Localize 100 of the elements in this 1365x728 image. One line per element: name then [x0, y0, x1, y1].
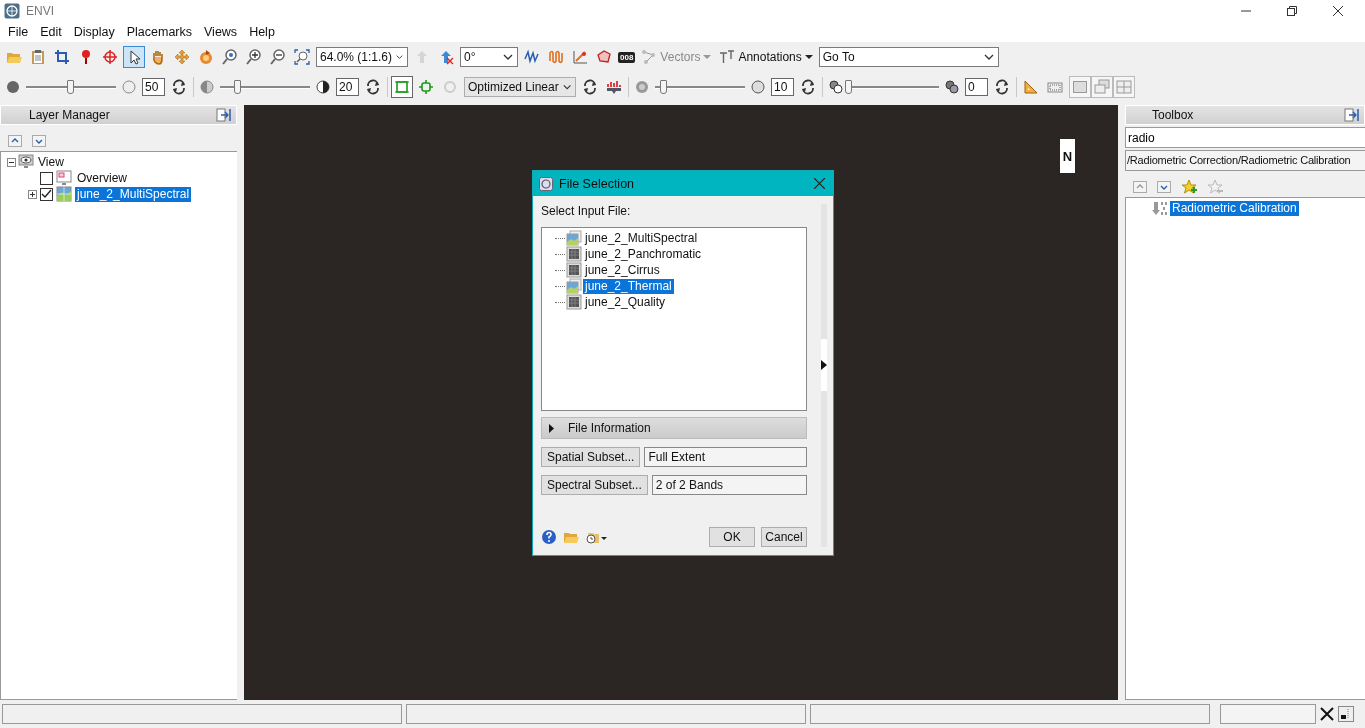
contrast-low-icon: [198, 78, 216, 96]
collapse-icon[interactable]: [7, 157, 16, 167]
app-logo-icon: [4, 3, 20, 19]
spatial-subset-value: Full Extent: [644, 447, 807, 467]
window-title: ENVI: [26, 4, 54, 18]
scrollbar[interactable]: [821, 204, 827, 547]
value-field[interactable]: 20: [336, 78, 359, 96]
spectral-subset-value: 2 of 2 Bands: [651, 475, 807, 495]
panel-title: Toolbox: [1152, 108, 1194, 122]
tree-item[interactable]: Overview: [75, 170, 129, 186]
zoom-fixed-icon[interactable]: [220, 47, 240, 67]
slider-thumb[interactable]: [660, 80, 667, 94]
restore-icon[interactable]: [1287, 6, 1297, 16]
light-circle-icon: [120, 78, 138, 96]
zoom-in-icon[interactable]: [244, 47, 264, 67]
move-up-icon[interactable]: [1133, 181, 1147, 193]
tool-item[interactable]: Radiometric Calibration: [1170, 200, 1299, 216]
overlap-circles-icon: [943, 78, 961, 96]
eye-monitor-icon: [18, 154, 34, 170]
binary-tool-icon: [1152, 200, 1168, 216]
expand-arrow-icon[interactable]: [821, 360, 827, 370]
crosshair-icon[interactable]: [100, 47, 120, 67]
close-icon[interactable]: [814, 178, 825, 189]
grayscale-file-icon: [566, 294, 582, 310]
menu-item[interactable]: Help: [243, 25, 281, 39]
raster-layer-icon: [56, 186, 72, 202]
dataset-item[interactable]: june_2_Thermal: [583, 278, 674, 294]
toolbox-search-field[interactable]: radio: [1125, 127, 1365, 148]
clear-icon[interactable]: [1320, 707, 1334, 721]
caret-icon: [562, 84, 571, 90]
menu-item[interactable]: Edit: [34, 25, 68, 39]
spectral-subset-button[interactable]: Spectral Subset...: [541, 475, 648, 495]
ok-button[interactable]: OK: [709, 527, 755, 547]
dataset-item[interactable]: june_2_Panchromatic: [583, 246, 704, 262]
grayscale-file-icon: [566, 246, 582, 262]
rotation-dropdown[interactable]: 0°: [460, 47, 518, 67]
multiband-file-icon: [566, 230, 582, 246]
menu-item[interactable]: File: [2, 25, 35, 39]
contrast-high-icon: [314, 78, 332, 96]
slider-thumb[interactable]: [234, 80, 241, 94]
toolbox-path-field: /Radiometric Correction/Radiometric Calibration: [1125, 150, 1365, 171]
stretch-dropdown[interactable]: Optimized Linear: [464, 77, 576, 97]
move-down-icon[interactable]: [32, 135, 46, 147]
dark-circle-icon: [4, 78, 22, 96]
blur-circle-icon: [633, 78, 651, 96]
zoom-dropdown[interactable]: 64.0% (1:1.6): [316, 47, 408, 67]
go-to-dropdown[interactable]: Go To: [818, 47, 999, 67]
dataset-item[interactable]: june_2_Quality: [583, 294, 668, 310]
cancel-button[interactable]: Cancel: [761, 527, 807, 547]
move-up-icon[interactable]: [8, 135, 22, 147]
expand-icon[interactable]: [28, 189, 37, 199]
annotations-menu-button[interactable]: Annotations: [717, 49, 815, 65]
tree-item[interactable]: june_2_MultiSpectral: [75, 186, 192, 202]
move-down-icon[interactable]: [1157, 181, 1171, 193]
overlap-circles-icon: [827, 78, 845, 96]
add-favorite-icon[interactable]: [1181, 179, 1197, 195]
expand-triangle-icon: [548, 423, 556, 433]
dialog-title: File Selection: [559, 176, 635, 191]
help-icon[interactable]: [541, 529, 557, 545]
caret-icon: [396, 54, 403, 60]
caret-icon: [503, 54, 513, 60]
dataset-item[interactable]: june_2_Cirrus: [583, 262, 662, 278]
dataset-item[interactable]: june_2_MultiSpectral: [583, 230, 700, 246]
close-icon[interactable]: [1333, 6, 1343, 16]
app-logo-icon: [539, 176, 553, 191]
overview-window-icon: [56, 170, 72, 186]
vector-nodes-icon: [641, 49, 658, 65]
tree-item[interactable]: View: [36, 154, 66, 170]
zoom-out-icon[interactable]: [268, 47, 288, 67]
crop-icon[interactable]: [52, 47, 72, 67]
prompt-label: Select Input File:: [541, 204, 632, 218]
menu-item[interactable]: Placemarks: [120, 25, 198, 39]
multiband-file-icon: [566, 278, 582, 294]
fit-frame-icon[interactable]: [392, 77, 412, 97]
slider-thumb[interactable]: [67, 80, 74, 94]
caret-icon: [983, 54, 994, 60]
zoom-extent-icon[interactable]: [292, 47, 312, 67]
resize-grip-icon[interactable]: [1338, 706, 1354, 722]
pointer-icon[interactable]: [124, 47, 144, 67]
check-icon: [41, 189, 52, 199]
value-field[interactable]: 10: [771, 78, 794, 96]
single-view-icon[interactable]: [1069, 76, 1091, 98]
caret-icon: [804, 55, 813, 59]
layer-checkbox[interactable]: [40, 187, 53, 201]
dock-icon[interactable]: [1344, 107, 1360, 123]
spatial-subset-button[interactable]: Spatial Subset...: [541, 447, 641, 467]
layer-checkbox[interactable]: [40, 171, 53, 185]
sharp-circle-icon: [749, 78, 767, 96]
annotation-text-icon: [719, 49, 736, 65]
menu-item[interactable]: Display: [67, 25, 121, 39]
grayscale-file-icon: [566, 262, 582, 278]
slider-thumb[interactable]: [845, 80, 852, 94]
dock-icon[interactable]: [216, 107, 232, 123]
file-information-toggle[interactable]: File Information: [541, 417, 807, 439]
pixel-counter[interactable]: 008: [618, 51, 636, 63]
menu-item[interactable]: Views: [198, 25, 244, 39]
fit-center-icon[interactable]: [416, 77, 436, 97]
value-field[interactable]: 0: [965, 78, 988, 96]
panel-title: Layer Manager: [29, 108, 110, 122]
value-field[interactable]: 50: [142, 78, 165, 96]
